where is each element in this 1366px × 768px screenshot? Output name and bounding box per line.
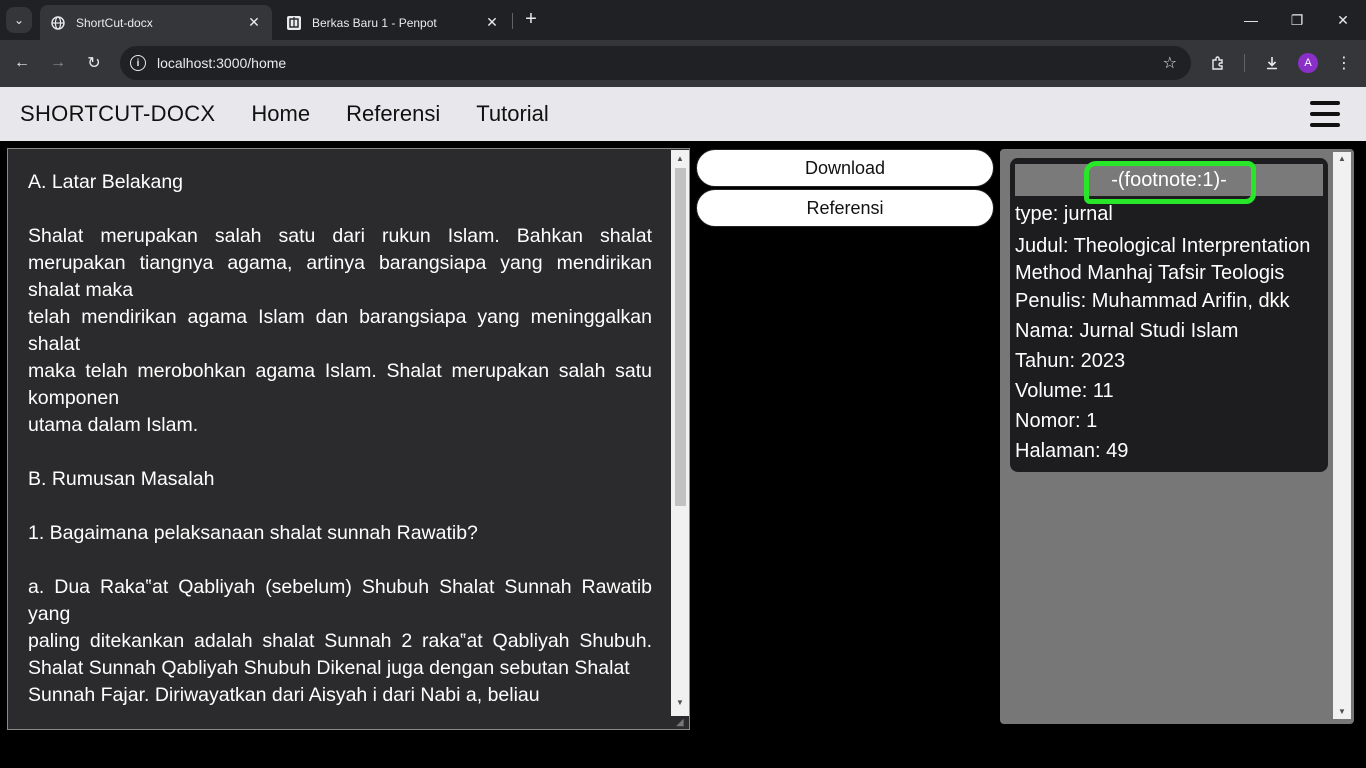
tab-divider [512, 13, 513, 29]
window-close-icon[interactable]: ✕ [1320, 0, 1366, 40]
browser-toolbar: ← → ↻ i localhost:3000/home ☆ ⋮ [0, 40, 1366, 87]
ref-field-volume: Volume: 11 [1015, 380, 1114, 402]
hamburger-menu-icon[interactable] [1310, 101, 1340, 127]
text-line: B. Rumusan Masalah [28, 468, 215, 490]
document-textarea[interactable]: A. Latar Belakang Shalat merupakan salah… [7, 148, 690, 730]
resize-handle-icon[interactable]: ◢ [676, 716, 689, 729]
app-navbar: SHORTCUT-DOCX Home Referensi Tutorial [0, 87, 1366, 141]
tab-search-chevron-icon[interactable]: ⌄ [6, 7, 32, 33]
scroll-up-arrow-icon[interactable]: ▲ [1333, 152, 1351, 166]
site-info-icon[interactable]: i [130, 55, 146, 71]
toolbar-divider [1244, 54, 1245, 72]
annotation-highlight [1084, 161, 1256, 204]
brand-logo-text[interactable]: SHORTCUT-DOCX [20, 101, 215, 127]
forward-arrow-icon[interactable]: → [46, 51, 70, 75]
scroll-down-arrow-icon[interactable]: ▼ [671, 696, 689, 710]
download-icon[interactable] [1260, 51, 1284, 75]
text-line: 1. Bagaimana pelaksanaan shalat sunnah R… [28, 522, 478, 544]
nav-link-home[interactable]: Home [251, 101, 310, 127]
ref-field-halaman: Halaman: 49 [1015, 440, 1129, 462]
tab-title: Berkas Baru 1 - Penpot [312, 15, 437, 30]
minimize-icon[interactable]: — [1228, 0, 1274, 40]
ref-field-nomor: Nomor: 1 [1015, 410, 1098, 432]
text-line: A. Latar Belakang [28, 171, 184, 193]
globe-icon [50, 15, 66, 31]
scroll-up-arrow-icon[interactable]: ▲ [671, 152, 689, 166]
nav-link-tutorial[interactable]: Tutorial [476, 101, 549, 127]
ref-field-tahun: Tahun: 2023 [1015, 350, 1126, 372]
ref-field-nama: Nama: Jurnal Studi Islam [1015, 320, 1239, 342]
text-line: paling ditekankan adalah shalat Sunnah 2… [28, 630, 652, 679]
kebab-menu-icon[interactable]: ⋮ [1332, 51, 1356, 75]
reload-icon[interactable]: ↻ [82, 51, 106, 75]
editor-scrollbar[interactable]: ▲ ▼ [671, 150, 689, 716]
reference-scrollbar[interactable]: ▲ ▼ [1333, 152, 1351, 719]
text-line: utama dalam Islam. [28, 414, 199, 436]
back-arrow-icon[interactable]: ← [10, 51, 34, 75]
download-button[interactable]: Download [696, 149, 994, 187]
text-line: maka telah merobohkan agama Islam. Shala… [28, 360, 652, 409]
nav-link-referensi[interactable]: Referensi [346, 101, 440, 127]
text-line: telah mendirikan agama Islam dan barangs… [28, 306, 652, 355]
ref-field-type: type: jurnal [1015, 203, 1113, 225]
restore-icon[interactable]: ❐ [1274, 0, 1320, 40]
url-text[interactable]: localhost:3000/home [157, 55, 1163, 71]
scroll-down-arrow-icon[interactable]: ▼ [1333, 705, 1351, 719]
scrollbar-thumb[interactable] [675, 168, 686, 506]
extensions-puzzle-icon[interactable] [1206, 51, 1230, 75]
new-tab-plus-icon[interactable]: + [520, 8, 542, 30]
address-bar[interactable]: i localhost:3000/home ☆ [120, 46, 1191, 80]
tab-penpot[interactable]: Berkas Baru 1 - Penpot ✕ [276, 5, 510, 40]
text-line: Sunnah Fajar. Diriwayatkan dari Aisyah i… [28, 684, 540, 706]
ref-field-judul: Judul: Theological Interprentation Metho… [1015, 235, 1311, 284]
tab-close-icon[interactable]: ✕ [484, 14, 500, 31]
document-text: A. Latar Belakang Shalat merupakan salah… [28, 169, 652, 709]
text-line: Shalat merupakan salah satu dari rukun I… [28, 225, 652, 301]
penpot-icon [286, 15, 302, 31]
text-line: a. Dua Raka‟at Qabliyah (sebelum) Shubuh… [28, 576, 652, 625]
referensi-button[interactable]: Referensi [696, 189, 994, 227]
bookmark-star-icon[interactable]: ☆ [1163, 53, 1177, 73]
browser-tab-bar: ⌄ ShortCut-docx ✕ Berkas Baru 1 - Penpot… [0, 0, 1366, 40]
tab-title: ShortCut-docx [76, 15, 153, 30]
ref-field-penulis: Penulis: Muhammad Arifin, dkk [1015, 290, 1290, 312]
profile-avatar[interactable]: A [1298, 53, 1318, 73]
tab-shortcut-docx[interactable]: ShortCut-docx ✕ [40, 5, 272, 40]
tab-close-icon[interactable]: ✕ [246, 14, 262, 31]
